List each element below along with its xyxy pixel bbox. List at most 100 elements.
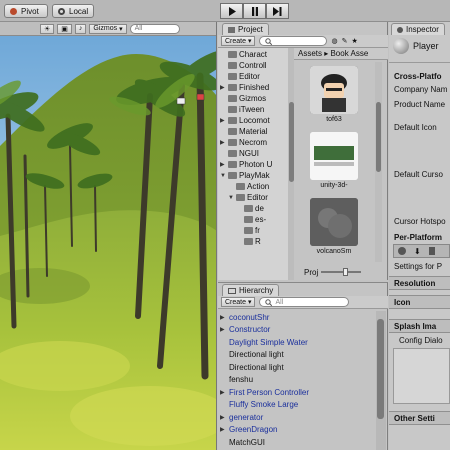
pause-button[interactable] [243, 3, 266, 19]
tree-item[interactable]: ▶ Finished [220, 82, 269, 93]
tree-item[interactable]: Action [228, 181, 269, 192]
asset-item[interactable]: tof63 [310, 66, 358, 123]
breadcrumb-label[interactable]: Assets ▸ Book Asse [298, 49, 368, 58]
tree-item[interactable]: Gizmos [220, 93, 266, 104]
expand-arrow[interactable]: ▶ [220, 314, 227, 321]
tree-item[interactable]: fr [236, 225, 260, 236]
tree-arrow[interactable]: ▼ [220, 173, 226, 179]
local-label: Local [69, 6, 89, 16]
tree-item-label: Editor [247, 193, 268, 202]
hierarchy-item-label: generator [229, 412, 264, 422]
project-tab-label: Project [238, 25, 263, 34]
pivot-toggle-button[interactable]: Pivot [4, 4, 48, 18]
inspector-object-name: Player [413, 41, 439, 51]
expand-arrow[interactable]: ▶ [220, 426, 227, 433]
tree-arrow[interactable]: ▼ [228, 195, 234, 201]
icon-section-header[interactable]: Icon [389, 295, 450, 309]
tab-inspector[interactable]: Inspector [391, 23, 445, 35]
step-button[interactable] [266, 3, 289, 19]
company-name-label: Company Nam [394, 85, 448, 94]
hierarchy-item[interactable]: ▶ First Person Controller [218, 386, 376, 399]
search-icon [265, 298, 273, 306]
folder-icon [228, 117, 237, 124]
hierarchy-item[interactable]: Daylight Simple Water [218, 336, 376, 349]
assets-scroll-thumb[interactable] [376, 102, 381, 172]
local-toggle-button[interactable]: Local [52, 4, 94, 18]
smoke-texture-image [310, 198, 358, 246]
hierarchy-item[interactable]: Directional light [218, 349, 376, 362]
tree-item[interactable]: ▶ Photon U [220, 159, 272, 170]
tree-item[interactable]: de [236, 203, 264, 214]
hierarchy-item[interactable]: fenshu [218, 374, 376, 387]
expand-arrow[interactable]: ▶ [220, 389, 227, 396]
project-create-button[interactable]: Create ▾ [221, 36, 256, 46]
config-dialog-banner-field[interactable] [393, 348, 450, 404]
tree-arrow[interactable]: ▶ [220, 139, 226, 146]
hierarchy-item-label: MatchGUI [229, 437, 266, 447]
folder-icon [228, 62, 237, 69]
hierarchy-item-label: Daylight Simple Water [229, 337, 308, 347]
tree-item[interactable]: R [236, 236, 261, 247]
tree-scroll-thumb[interactable] [289, 102, 294, 182]
tree-item[interactable]: ▼ Editor [228, 192, 268, 203]
asset-item[interactable]: unity-3d- [310, 132, 358, 189]
asset-item[interactable]: volcanoSm [310, 198, 358, 255]
filter-label-icon[interactable]: ✎ [342, 37, 348, 45]
other-settings-header[interactable]: Other Setti [389, 411, 450, 425]
tree-arrow[interactable]: ▶ [220, 161, 226, 168]
tree-item[interactable]: Editor [220, 71, 260, 82]
expand-arrow[interactable]: ▶ [220, 326, 227, 333]
scene-image-button[interactable]: ▣ [57, 23, 72, 34]
hierarchy-item[interactable]: MatchGUI [218, 436, 376, 449]
mobile-platform-icon[interactable] [428, 247, 435, 255]
hierarchy-item[interactable]: ▶ GreenDragon [218, 424, 376, 437]
tab-project[interactable]: Project [222, 23, 269, 35]
inspector-tab-label: Inspector [406, 25, 439, 34]
play-button[interactable] [220, 3, 243, 19]
tree-item[interactable]: iTween [220, 104, 264, 115]
tree-item[interactable]: es- [236, 214, 266, 225]
tree-item[interactable]: Controll [220, 60, 267, 71]
scene-search-input[interactable]: All [129, 23, 180, 34]
hierarchy-scrollbar[interactable] [376, 311, 386, 450]
splash-section-header[interactable]: Splash Ima [389, 319, 450, 333]
scene-lighting-button[interactable]: ☀ [40, 23, 55, 34]
tree-item[interactable]: Charact [220, 49, 267, 60]
favorite-star-icon[interactable]: ★ [351, 37, 357, 45]
resolution-section-header[interactable]: Resolution [389, 276, 450, 290]
tree-item[interactable]: Material [220, 126, 267, 137]
tree-item[interactable]: NGUI [220, 148, 259, 159]
hierarchy-item[interactable]: ▶ generator [218, 411, 376, 424]
standalone-platform-icon[interactable] [398, 247, 406, 255]
tree-arrow[interactable]: ▶ [220, 117, 226, 124]
scene-audio-button[interactable]: ♪ [74, 23, 87, 34]
hierarchy-item[interactable]: ▶ Constructor [218, 324, 376, 337]
tree-item-label: Locomot [239, 116, 270, 125]
hierarchy-item[interactable]: Fluffy Smoke Large [218, 399, 376, 412]
tree-item[interactable]: ▶ Necrom [220, 137, 267, 148]
filter-type-icon[interactable]: ◍ [331, 37, 337, 45]
tree-item[interactable]: ▶ Locomot [220, 115, 270, 126]
thumbnail-size-slider[interactable] [321, 268, 362, 276]
project-search-input[interactable] [259, 36, 328, 46]
soldier-avatar-image [310, 66, 358, 114]
folder-icon [236, 183, 245, 190]
assets-scrollbar[interactable] [375, 62, 382, 262]
hierarchy-create-button[interactable]: Create ▾ [221, 297, 256, 307]
folder-icon [244, 227, 253, 234]
cross-platform-heading: Cross-Platfo [394, 72, 442, 81]
tree-item[interactable]: ▼ PlayMak [220, 170, 270, 181]
folder-icon [228, 95, 237, 102]
hierarchy-item[interactable]: Directional light [218, 361, 376, 374]
scene-view[interactable]: ☀ ▣ ♪ Gizmos ▾ All [0, 22, 217, 450]
hierarchy-scroll-thumb[interactable] [377, 319, 384, 419]
gizmos-dropdown[interactable]: Gizmos ▾ [89, 23, 127, 34]
expand-arrow[interactable]: ▶ [220, 414, 227, 421]
tree-arrow[interactable]: ▶ [220, 84, 226, 91]
slider-handle[interactable] [343, 268, 349, 276]
download-platform-icon[interactable]: ⬇ [414, 247, 421, 256]
tab-hierarchy[interactable]: Hierarchy [222, 284, 280, 296]
hierarchy-item-label: First Person Controller [229, 387, 310, 397]
hierarchy-item[interactable]: ▶ coconutShr [218, 311, 376, 324]
hierarchy-search-input[interactable]: All [259, 297, 350, 307]
